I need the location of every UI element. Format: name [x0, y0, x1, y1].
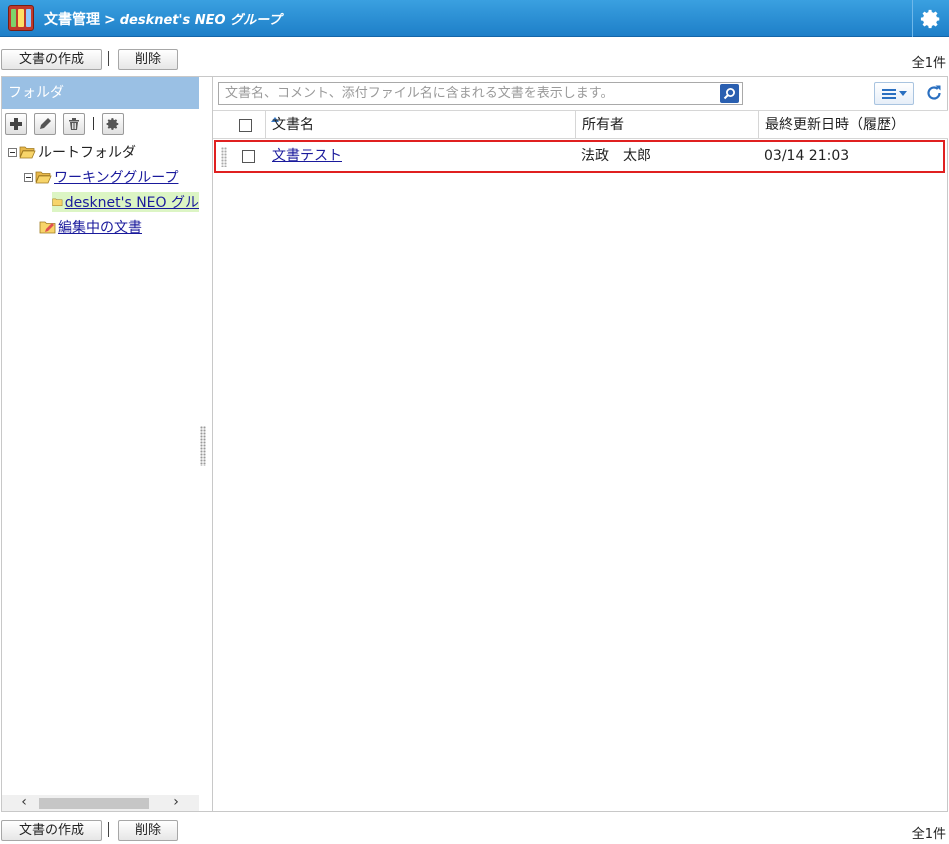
tree-node-working-group[interactable]: ワーキンググループ: [24, 167, 178, 187]
tree-link-editing-documents[interactable]: 編集中の文書: [58, 217, 142, 237]
tree-node-root[interactable]: ルートフォルダ: [8, 142, 136, 162]
scroll-left-arrow-icon[interactable]: ‹: [16, 795, 32, 811]
search-button[interactable]: [720, 84, 739, 103]
column-header-name-label: 文書名: [272, 117, 314, 133]
refresh-icon: [927, 85, 941, 100]
document-name-cell: 文書テスト: [272, 142, 342, 171]
bottom-toolbar: 文書の作成 削除 全1件: [0, 818, 949, 844]
select-all-checkbox[interactable]: [239, 118, 252, 132]
column-header-owner-label: 所有者: [582, 117, 624, 133]
delete-folder-button[interactable]: [63, 113, 85, 135]
view-options-button[interactable]: [874, 82, 914, 105]
open-folder-icon: [19, 146, 36, 159]
edit-folder-button[interactable]: [34, 113, 56, 135]
search-icon: [723, 88, 735, 100]
collapse-toggle-icon[interactable]: [24, 172, 33, 182]
folder-settings-button[interactable]: [102, 113, 124, 135]
tree-node-editing-documents[interactable]: 編集中の文書: [39, 217, 142, 237]
row-checkbox[interactable]: [242, 149, 255, 163]
delete-button-bottom[interactable]: 削除: [118, 820, 178, 841]
folder-horizontal-scrollbar[interactable]: ‹ ›: [2, 795, 199, 811]
column-header-owner[interactable]: 所有者: [575, 111, 758, 139]
document-list-panel: 文書名 所有者 最終更新日時（履歴） 文書テスト 法政 太郎 03/14 21:…: [213, 76, 948, 812]
title-separator: >: [104, 12, 116, 28]
add-folder-button[interactable]: [5, 113, 27, 135]
app-name: 文書管理: [44, 12, 100, 28]
toolbar-divider: [108, 822, 109, 837]
folder-icon: [52, 198, 63, 207]
list-view-icon: [881, 88, 896, 99]
table-row[interactable]: 文書テスト 法政 太郎 03/14 21:03: [214, 140, 945, 173]
folder-panel: フォルダ ルートフォルダ ワーキンググループ desknet's NEO グル: [1, 76, 213, 812]
folder-toolbar: [2, 109, 199, 139]
plus-icon: [10, 118, 22, 130]
select-all-cell: [233, 111, 265, 139]
create-document-button-bottom[interactable]: 文書の作成: [1, 820, 102, 841]
drag-handle-icon[interactable]: [221, 147, 227, 167]
owner-cell: 法政 太郎: [581, 148, 651, 164]
total-count-bottom: 全1件: [911, 827, 946, 842]
trash-icon: [69, 118, 79, 130]
row-checkbox-cell: [242, 142, 255, 171]
gear-icon: [106, 118, 119, 130]
delete-button[interactable]: 削除: [118, 49, 178, 70]
column-header-updated[interactable]: 最終更新日時（履歴）: [758, 111, 948, 139]
scroll-right-arrow-icon[interactable]: ›: [168, 795, 184, 811]
column-header-name[interactable]: 文書名: [265, 111, 575, 139]
gear-icon: [920, 9, 940, 28]
panel-splitter-handle[interactable]: [200, 426, 206, 466]
tree-link-working-group[interactable]: ワーキンググループ: [54, 167, 178, 187]
collapse-toggle-icon[interactable]: [8, 147, 17, 157]
top-toolbar: 文書の作成 削除 全1件: [0, 47, 949, 73]
settings-gear-button[interactable]: [912, 0, 949, 37]
toolbar-divider: [108, 51, 109, 66]
scrollbar-thumb[interactable]: [39, 798, 149, 809]
tree-node-desknets-group[interactable]: desknet's NEO グル: [52, 192, 199, 212]
open-folder-icon: [35, 171, 52, 184]
page-title: 文書管理 > desknet's NEO グループ: [44, 9, 281, 29]
create-document-button[interactable]: 文書の作成: [1, 49, 102, 70]
total-count: 全1件: [911, 56, 946, 71]
group-name: desknet's NEO グループ: [119, 13, 282, 28]
tree-link-desknets-group[interactable]: desknet's NEO グル: [65, 192, 199, 212]
app-header: 文書管理 > desknet's NEO グループ: [0, 0, 949, 37]
tree-label-root: ルートフォルダ: [38, 145, 136, 161]
folder-toolbar-divider: [93, 117, 94, 130]
pencil-icon: [40, 118, 51, 129]
search-input[interactable]: [219, 83, 719, 104]
document-name-link[interactable]: 文書テスト: [272, 148, 342, 164]
updated-cell[interactable]: 03/14 21:03: [764, 142, 849, 171]
column-header-updated-label: 最終更新日時（履歴）: [765, 117, 905, 133]
chevron-down-icon: [898, 91, 907, 96]
refresh-button[interactable]: [924, 83, 944, 103]
editing-folder-icon: [39, 221, 56, 234]
folder-panel-title: フォルダ: [2, 77, 199, 109]
document-management-app-icon: [8, 5, 34, 31]
table-header: 文書名 所有者 最終更新日時（履歴）: [213, 110, 948, 139]
search-box: [218, 82, 743, 105]
